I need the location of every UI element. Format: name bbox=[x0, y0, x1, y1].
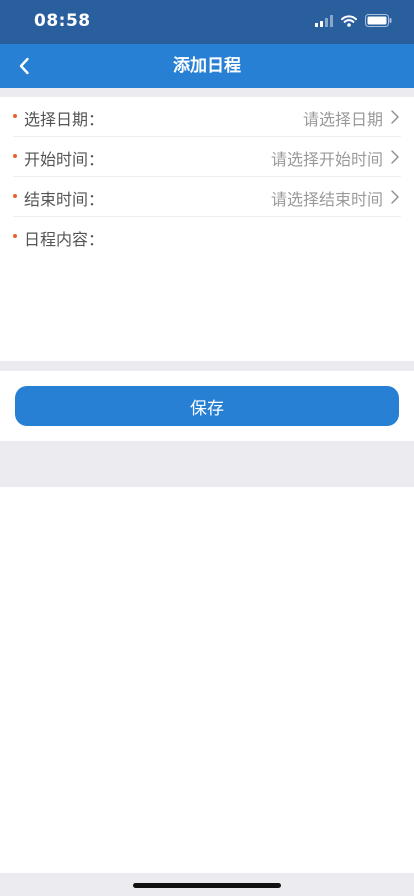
home-indicator-area bbox=[0, 873, 414, 896]
start-time-row[interactable]: 开始时间： 请选择开始时间 bbox=[13, 137, 401, 177]
chevron-right-icon bbox=[391, 150, 399, 164]
end-time-row[interactable]: 结束时间： 请选择结束时间 bbox=[13, 177, 401, 217]
start-time-placeholder: 请选择开始时间 bbox=[270, 150, 383, 169]
page-title: 添加日程 bbox=[173, 56, 241, 76]
wifi-icon bbox=[341, 14, 357, 27]
end-time-label: 结束时间： bbox=[24, 190, 105, 209]
save-button[interactable]: 保存 bbox=[15, 386, 399, 426]
required-marker bbox=[13, 234, 17, 238]
schedule-form: 选择日期： 请选择日期 开始时间： 请选择开始时间 结束时间： 请选择结束时间 … bbox=[0, 97, 414, 361]
status-icons bbox=[315, 14, 392, 27]
content-input-area[interactable]: 日程内容： bbox=[13, 217, 401, 357]
empty-area bbox=[0, 487, 414, 873]
chevron-right-icon bbox=[391, 190, 399, 204]
section-divider bbox=[0, 88, 414, 97]
action-area: 保存 bbox=[0, 371, 414, 441]
date-label: 选择日期： bbox=[24, 110, 105, 129]
required-marker bbox=[13, 154, 17, 158]
section-divider bbox=[0, 441, 414, 487]
date-placeholder: 请选择日期 bbox=[302, 110, 383, 129]
cellular-signal-icon bbox=[315, 14, 333, 27]
required-marker bbox=[13, 194, 17, 198]
content-label: 日程内容： bbox=[24, 230, 105, 249]
battery-icon bbox=[365, 14, 392, 27]
status-bar: 08:58 bbox=[0, 0, 414, 44]
required-marker bbox=[13, 114, 17, 118]
end-time-placeholder: 请选择结束时间 bbox=[270, 190, 383, 209]
chevron-right-icon bbox=[391, 110, 399, 124]
status-time: 08:58 bbox=[34, 11, 91, 31]
section-divider bbox=[0, 361, 414, 371]
date-picker-row[interactable]: 选择日期： 请选择日期 bbox=[13, 97, 401, 137]
nav-bar: 添加日程 bbox=[0, 44, 414, 88]
home-indicator[interactable] bbox=[133, 883, 281, 888]
start-time-label: 开始时间： bbox=[24, 150, 105, 169]
